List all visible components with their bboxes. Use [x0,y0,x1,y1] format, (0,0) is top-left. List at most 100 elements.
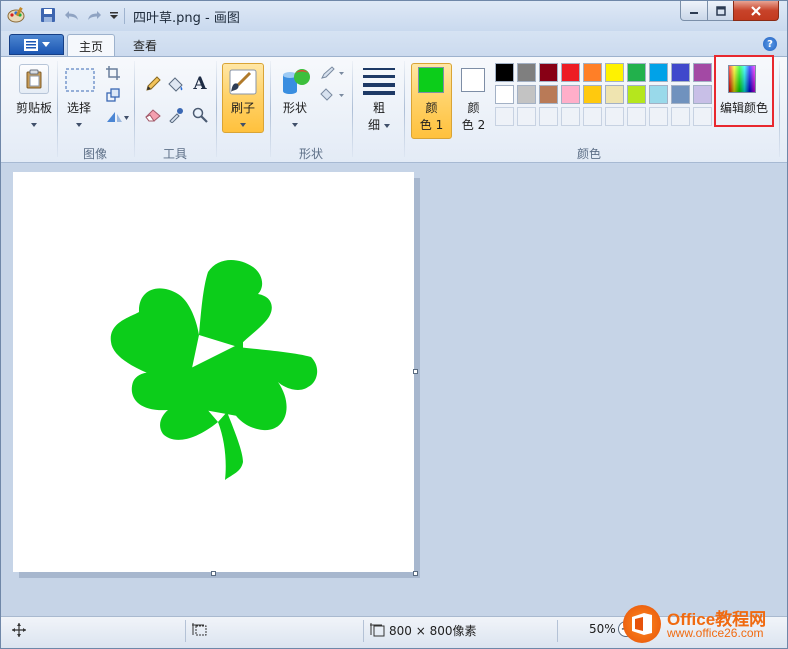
brush-icon [227,67,259,97]
zoom-level: 50% [589,622,616,636]
color1-swatch [418,67,444,93]
paint-menu-button[interactable] [9,34,64,55]
palette-custom-slot[interactable] [671,107,690,126]
palette-color-15[interactable] [605,85,624,104]
shapes-button-label[interactable]: 形状 [277,100,313,117]
outline-icon[interactable] [319,63,345,83]
resize-handle-corner[interactable] [413,571,418,576]
edit-colors-label[interactable]: 编辑颜色 [714,100,774,117]
palette-color-13[interactable] [561,85,580,104]
palette-custom-slot[interactable] [583,107,602,126]
palette-color-12[interactable] [539,85,558,104]
color1-label-line1: 颜 [425,101,438,115]
brushes-dropdown-arrow[interactable] [240,123,246,127]
palette-color-5[interactable] [605,63,624,82]
select-button-label[interactable]: 选择 [61,100,97,117]
title-separator [124,8,125,24]
group-separator [779,61,780,157]
fill-icon[interactable] [166,74,186,94]
palette-custom-slot[interactable] [649,107,668,126]
window-title: 四叶草.png - 画图 [133,11,240,26]
palette-custom-slot[interactable] [627,107,646,126]
size-label-line1[interactable]: 粗 [365,100,393,117]
status-separator [363,620,364,642]
eraser-icon[interactable] [143,105,163,125]
shape-fill-icon[interactable] [319,85,345,105]
palette-custom-slot[interactable] [495,107,514,126]
quick-access-dropdown-icon[interactable] [105,6,123,24]
status-separator [185,620,186,642]
palette-color-1[interactable] [517,63,536,82]
group-separator [216,61,217,157]
palette-custom-slot[interactable] [605,107,624,126]
status-separator [557,620,558,642]
redo-icon[interactable] [85,6,103,24]
tab-view[interactable]: 查看 [123,34,167,57]
undo-icon[interactable] [63,6,81,24]
palette-color-2[interactable] [539,63,558,82]
image-size-icon [368,620,388,640]
group-separator [352,61,353,157]
palette-color-0[interactable] [495,63,514,82]
palette-custom-slot[interactable] [517,107,536,126]
help-icon[interactable]: ? [763,37,777,51]
color2-label-line2[interactable]: 色 2 [455,117,492,134]
palette-color-7[interactable] [649,63,668,82]
pencil-icon[interactable] [143,74,163,94]
line-size-icon[interactable] [362,65,396,95]
resize-handle-right[interactable] [413,369,418,374]
palette-custom-slot[interactable] [561,107,580,126]
size-label-line2[interactable]: 细 [363,117,385,134]
palette-color-10[interactable] [495,85,514,104]
text-tool-icon[interactable]: A [190,74,210,94]
select-icon[interactable] [64,67,96,93]
palette-color-6[interactable] [627,63,646,82]
palette-custom-slot[interactable] [693,107,712,126]
shapes-group-label: 形状 [298,147,323,161]
palette-color-9[interactable] [693,63,712,82]
group-separator [57,61,58,157]
shapes-dropdown-arrow[interactable] [292,123,298,127]
palette-custom-slot[interactable] [539,107,558,126]
save-icon[interactable] [39,6,57,24]
palette-color-16[interactable] [627,85,646,104]
palette-color-17[interactable] [649,85,668,104]
close-icon [751,5,761,16]
resize-icon[interactable] [103,85,123,105]
color1-label-line2: 色 1 [419,118,444,132]
palette-color-8[interactable] [671,63,690,82]
palette-color-14[interactable] [583,85,602,104]
edit-colors-icon[interactable] [728,65,756,93]
color2-swatch[interactable] [461,68,485,92]
color-picker-icon[interactable] [166,105,186,125]
maximize-button[interactable] [707,1,734,21]
size-dropdown-arrow[interactable] [384,124,390,128]
watermark-url: www.office26.com [667,626,764,640]
crop-icon[interactable] [103,63,123,83]
palette-color-19[interactable] [693,85,712,104]
minimize-button[interactable] [680,1,708,21]
paint-window: 四叶草.png - 画图 主页 查看 ? 剪贴板 选择 图像 A 工具 刷子 形… [0,0,788,649]
clipboard-button-label[interactable]: 剪贴板 [11,100,57,117]
palette-color-3[interactable] [561,63,580,82]
four-leaf-clover-image [110,260,318,480]
chevron-down-icon [41,41,50,47]
select-dropdown-arrow[interactable] [76,123,82,127]
tab-home[interactable]: 主页 [67,34,115,57]
clipboard-dropdown-arrow[interactable] [31,123,37,127]
magnifier-icon[interactable] [190,105,210,125]
paste-icon[interactable] [19,64,49,94]
palette-color-4[interactable] [583,63,602,82]
palette-color-18[interactable] [671,85,690,104]
color2-label-line1[interactable]: 颜 [455,100,492,117]
close-button[interactable] [733,1,779,21]
resize-handle-bottom[interactable] [211,571,216,576]
colors-group-label: 颜色 [576,147,601,161]
group-separator [134,61,135,157]
drawing-canvas[interactable] [13,172,414,572]
shapes-icon[interactable] [280,65,312,97]
paint-app-icon[interactable] [7,6,25,24]
rotate-icon[interactable] [103,107,131,127]
palette-color-11[interactable] [517,85,536,104]
group-separator [404,61,405,157]
